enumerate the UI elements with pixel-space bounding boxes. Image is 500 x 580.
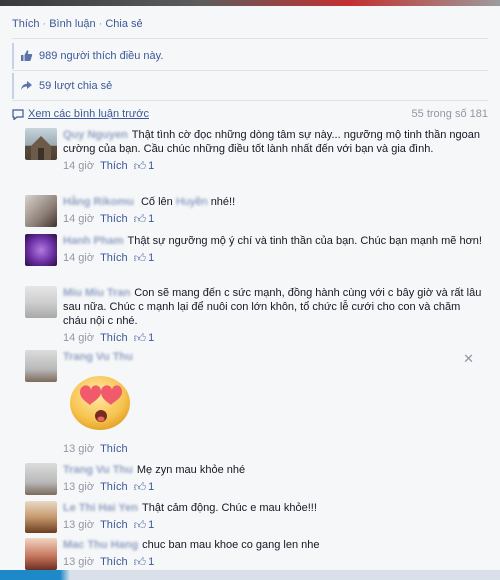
comment-like-button[interactable]: Thích [100,518,128,532]
likes-summary: 989 người thích điều này. [12,43,488,69]
comment-time[interactable]: 14 giờ [63,159,94,173]
comment-like-count[interactable]: 1 [148,251,154,265]
avatar[interactable] [25,350,57,382]
comment-time[interactable]: 13 giờ [63,480,94,494]
comment-text: Thật sự ngưỡng mộ ý chí và tinh thần của… [127,235,482,247]
shares-count[interactable]: 59 lượt chia sẻ [39,80,112,92]
comment-item: Hanh Pham Thật sự ngưỡng mộ ý chí và tinh… [25,234,485,266]
comment-like-count[interactable]: 1 [148,480,154,494]
comment-item: Le Thi Hai Yen Thật cảm động. Chúc e mau … [25,501,485,533]
comment-text-start: Cố lên [140,196,173,208]
comment-author[interactable]: Trang Vu Thu [63,351,133,363]
comment-icon [12,108,24,120]
comment-text-end: nhé!! [210,196,236,208]
thumbs-up-icon: 👍︎ [133,480,147,494]
divider [12,38,488,39]
thumbs-up-icon: 👍︎ [133,212,147,226]
comment-author[interactable]: Hanh Pham [63,235,124,247]
comment-meta: 13 giờ Thích 👍︎ 1 [63,555,485,569]
close-icon[interactable]: ✕ [463,351,474,367]
thumbs-up-icon: 👍︎ [133,518,147,532]
comment-item: Trang Vu Thu Mẹ zyn mau khỏe nhé 13 giờ T… [25,463,485,495]
divider [12,100,488,101]
avatar[interactable] [25,286,57,318]
thumbs-up-icon: 👍︎ [133,251,147,265]
comment-item: Mac Thu Hang chuc ban mau khoe co gang le… [25,538,485,570]
comment-meta-row: 13 giờ Thích [25,443,485,455]
comment-item: Quy Nguyen Thật tình cờ đọc những dòng tâ… [25,128,485,173]
comment-like-count[interactable]: 1 [148,212,154,226]
comment-item: Hằng Rikomu Cố lên Huyền nhé!! 14 giờ Th… [25,195,485,227]
comment-time[interactable]: 13 giờ [63,518,94,532]
comment-mention[interactable]: Huyền [176,196,208,208]
comment-action[interactable]: Bình luận [49,18,95,30]
facebook-post-comments: Thích · Bình luận · Chia sẻ 989 người th… [0,0,500,580]
avatar[interactable] [25,501,57,533]
comment-like-count[interactable]: 1 [148,331,154,345]
heart-eyes-sticker [66,372,134,432]
comment-meta: 13 giờ Thích [63,443,134,455]
previous-comments-row: Xem các bình luận trước 55 trong số 181 [12,104,488,124]
like-action[interactable]: Thích [12,18,40,30]
comment-meta: 13 giờ Thích 👍︎ 1 [63,518,485,532]
likes-count[interactable]: 989 [39,50,57,62]
comment-meta: 14 giờ Thích 👍︎ 1 [63,159,485,173]
comment-item: Miu Miu Tran Con sẽ mang đến c sức mạnh, … [25,286,485,345]
comment-time[interactable]: 13 giờ [63,443,94,455]
comment-text: Mẹ zyn mau khỏe nhé [136,464,246,476]
shares-summary: 59 lượt chia sẻ [12,73,488,99]
comment-like-button[interactable]: Thích [100,331,128,345]
share-arrow-icon [20,79,34,93]
post-actions: Thích · Bình luận · Chia sẻ [12,16,143,32]
post-card: Thích · Bình luận · Chia sẻ 989 người th… [0,0,500,580]
thumbs-up-icon [20,49,34,63]
share-action[interactable]: Chia sẻ [105,18,142,30]
divider [12,70,488,71]
avatar[interactable] [25,195,57,227]
comment-time[interactable]: 14 giờ [63,251,94,265]
avatar[interactable] [25,538,57,570]
comment-meta: 14 giờ Thích 👍︎ 1 [63,251,485,265]
comment-count: 55 trong số 181 [411,108,488,120]
comment-like-button[interactable]: Thích [100,251,128,265]
comment-author[interactable]: Quy Nguyen [63,129,128,141]
comment-author[interactable]: Trang Vu Thu [63,464,133,476]
comment-meta: 13 giờ Thích 👍︎ 1 [63,480,485,494]
avatar[interactable] [25,128,57,160]
likes-text[interactable]: người thích điều này. [60,50,163,62]
view-previous-comments-link[interactable]: Xem các bình luận trước [28,108,149,120]
comment-time[interactable]: 13 giờ [63,555,94,569]
post-photo-bottom [0,0,500,6]
comment-author[interactable]: Hằng Rikomu [63,196,134,208]
comment-author[interactable]: Le Thi Hai Yen [63,502,138,514]
comment-like-button[interactable]: Thích [100,555,128,569]
comment-author[interactable]: Miu Miu Tran [63,287,130,299]
comment-like-count[interactable]: 1 [148,159,154,173]
comment-like-button[interactable]: Thích [100,480,128,494]
action-separator: · [42,18,47,30]
action-separator: · [98,18,103,30]
thumbs-up-icon: 👍︎ [133,331,147,345]
comment-meta: 14 giờ Thích 👍︎ 1 [63,331,485,345]
comment-text: Thật cảm động. Chúc e mau khỏe!!! [142,502,317,514]
comment-like-button[interactable]: Thích [100,212,128,226]
comment-like-count[interactable]: 1 [148,555,154,569]
thumbs-up-icon: 👍︎ [133,555,147,569]
comment-like-button[interactable]: Thích [100,443,128,455]
avatar[interactable] [25,463,57,495]
comment-meta: 14 giờ Thích 👍︎ 1 [63,212,485,226]
comment-text: chuc ban mau khoe co gang len nhe [142,539,320,551]
comment-like-count[interactable]: 1 [148,518,154,532]
taskbar-strip [0,570,500,580]
avatar[interactable] [25,234,57,266]
thumbs-up-icon: 👍︎ [133,159,147,173]
comment-time[interactable]: 14 giờ [63,331,94,345]
comment-time[interactable]: 14 giờ [63,212,94,226]
comment-like-button[interactable]: Thích [100,159,128,173]
comment-author[interactable]: Mac Thu Hang [63,539,138,551]
